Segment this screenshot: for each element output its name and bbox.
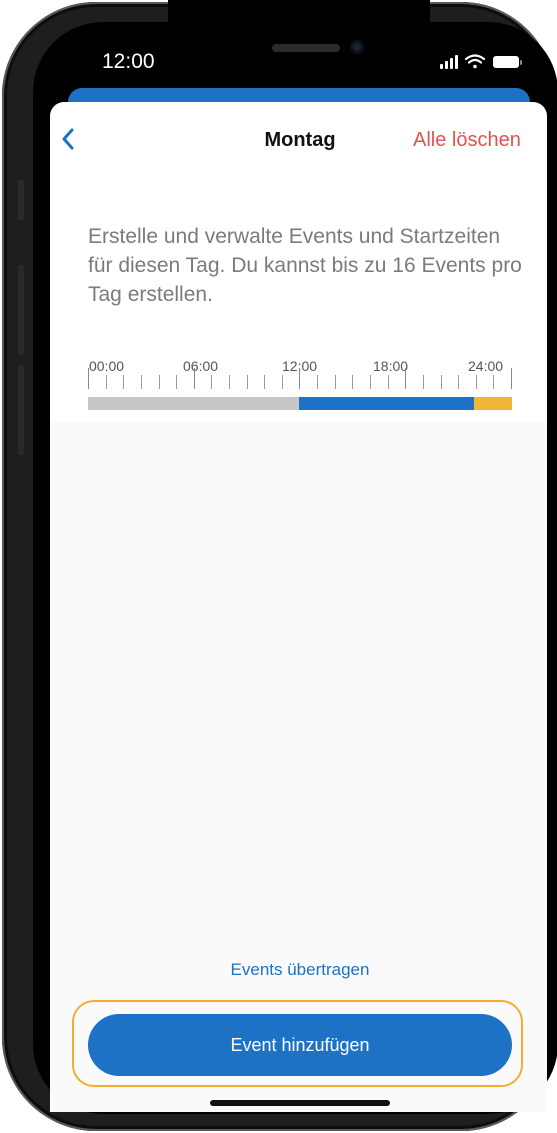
description-text: Erstelle und verwalte Events und Startze… bbox=[88, 225, 522, 306]
status-icons bbox=[440, 53, 536, 78]
timeline-label: 24:00 bbox=[468, 358, 504, 374]
timeline-tick bbox=[247, 375, 248, 389]
add-event-button[interactable]: Event hinzufügen bbox=[88, 1014, 512, 1076]
timeline-tick bbox=[441, 375, 442, 389]
clear-all-button[interactable]: Alle löschen bbox=[413, 129, 521, 152]
timeline-tick bbox=[317, 375, 318, 389]
side-button bbox=[18, 180, 24, 220]
timeline-tick bbox=[405, 368, 406, 389]
timeline-tick bbox=[370, 375, 371, 389]
timeline-tick bbox=[388, 375, 389, 389]
timeline-segment-inactive bbox=[88, 397, 299, 410]
timeline-tick bbox=[211, 375, 212, 389]
timeline-segment-event bbox=[299, 397, 474, 410]
wifi-icon bbox=[464, 54, 486, 69]
transfer-events-button[interactable]: Events übertragen bbox=[0, 960, 557, 980]
signal-icon bbox=[440, 55, 458, 69]
timeline-tick bbox=[352, 375, 353, 389]
timeline-segment-evening bbox=[474, 397, 512, 410]
timeline-tick bbox=[176, 375, 177, 389]
side-button bbox=[18, 265, 24, 355]
timeline-tick bbox=[159, 375, 160, 389]
timeline-tick bbox=[264, 375, 265, 389]
timeline-tick bbox=[106, 375, 107, 389]
back-button[interactable] bbox=[60, 126, 78, 157]
battery-icon bbox=[493, 56, 522, 68]
timeline-tick bbox=[511, 368, 512, 389]
timeline-tick bbox=[88, 368, 89, 389]
chevron-left-icon bbox=[62, 128, 74, 150]
timeline-tick bbox=[458, 375, 459, 389]
timeline-tick bbox=[335, 375, 336, 389]
timeline-tick bbox=[141, 375, 142, 389]
timeline-label: 06:00 bbox=[183, 358, 219, 374]
timeline-tick bbox=[476, 375, 477, 389]
timeline-tick bbox=[493, 375, 494, 389]
timeline-label: 00:00 bbox=[89, 358, 125, 374]
timeline-label: 18:00 bbox=[373, 358, 409, 374]
side-button bbox=[18, 365, 24, 455]
status-time: 12:00 bbox=[102, 50, 155, 73]
timeline-tick bbox=[123, 375, 124, 389]
home-indicator bbox=[210, 1100, 390, 1106]
speaker bbox=[272, 44, 340, 52]
timeline-tick bbox=[299, 368, 300, 389]
front-camera bbox=[350, 40, 364, 54]
timeline-tick bbox=[229, 375, 230, 389]
timeline-tick bbox=[194, 368, 195, 389]
timeline-tick bbox=[423, 375, 424, 389]
timeline-tick bbox=[282, 375, 283, 389]
